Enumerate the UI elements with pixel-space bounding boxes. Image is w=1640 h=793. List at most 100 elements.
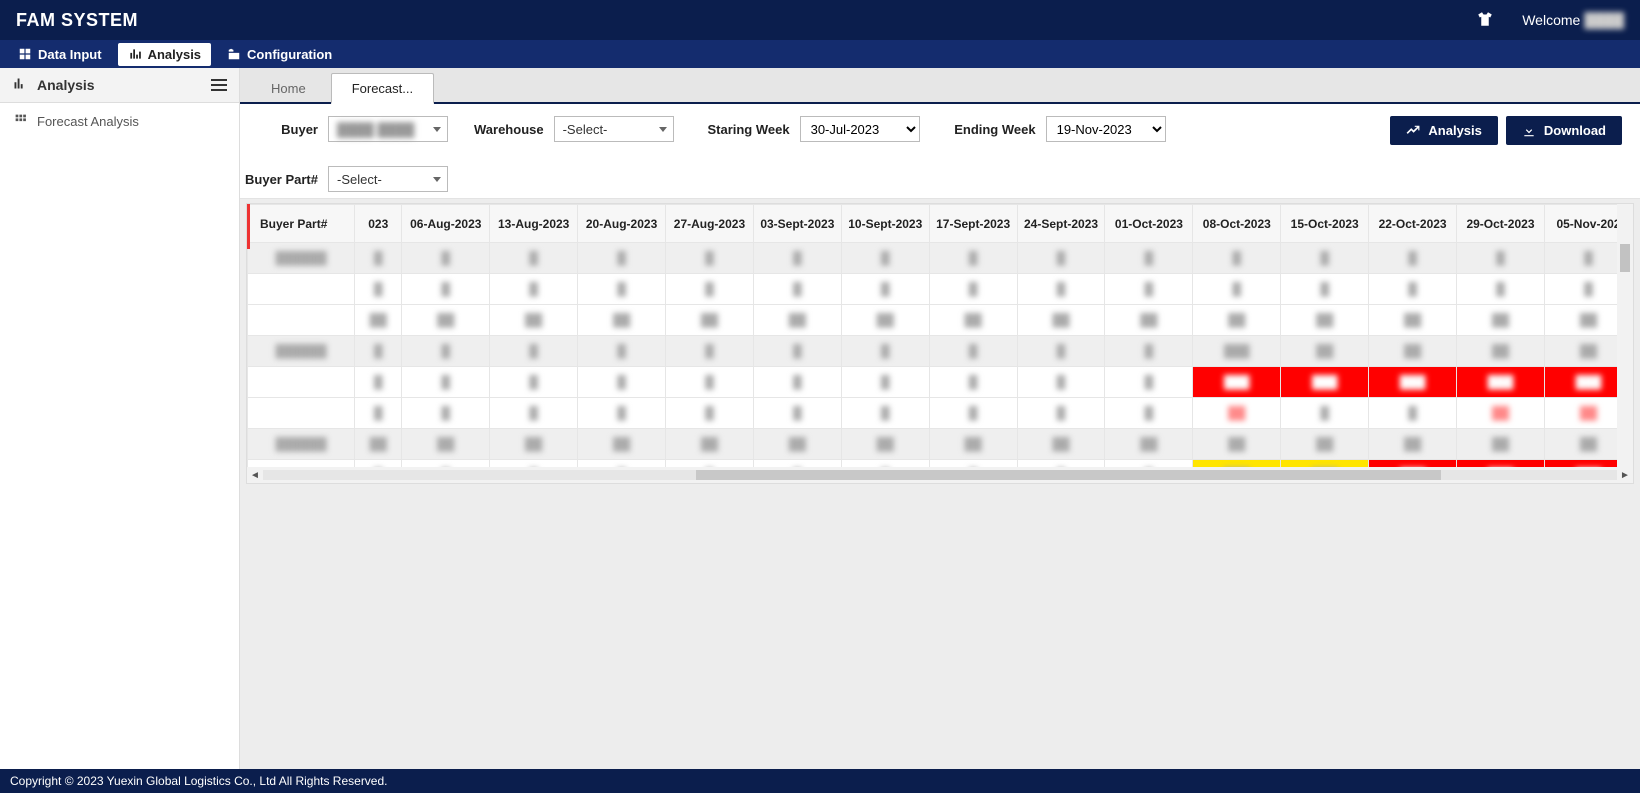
data-cell: █	[402, 243, 490, 274]
data-cell: █	[929, 336, 1017, 367]
data-cell: █	[666, 243, 754, 274]
horizontal-scrollbar[interactable]: ◄ ►	[247, 467, 1633, 483]
sidebar: Analysis Forecast Analysis	[0, 68, 240, 769]
data-cell: ██	[1193, 429, 1281, 460]
grid-header-cell[interactable]: 17-Sept-2023	[929, 205, 1017, 243]
data-cell: █	[666, 367, 754, 398]
buyer-select[interactable]: ████ ████	[328, 116, 448, 142]
grid-header-cell[interactable]: 023	[355, 205, 402, 243]
data-cell: ███	[1457, 367, 1545, 398]
grid-icon	[14, 113, 27, 129]
data-cell: █	[578, 274, 666, 305]
grid-header-cell[interactable]: 06-Aug-2023	[402, 205, 490, 243]
data-cell: █	[1105, 336, 1193, 367]
forecast-grid: Buyer Part#02306-Aug-202313-Aug-202320-A…	[247, 204, 1633, 467]
data-cell: ██	[402, 305, 490, 336]
data-cell: ██	[1281, 336, 1369, 367]
data-cell: █	[355, 243, 402, 274]
data-cell: █	[1369, 274, 1457, 305]
data-cell: █	[402, 398, 490, 429]
data-cell: ███	[1281, 460, 1369, 468]
data-cell: ██	[1369, 429, 1457, 460]
warehouse-select[interactable]: -Select-	[554, 116, 674, 142]
tab-forecast[interactable]: Forecast...	[331, 73, 434, 104]
data-cell: ██	[1369, 336, 1457, 367]
buyer-part-select[interactable]: -Select-	[328, 166, 448, 192]
data-cell: ██	[1457, 429, 1545, 460]
sidebar-collapse-toggle[interactable]	[211, 79, 227, 91]
grid-header-cell[interactable]: 13-Aug-2023	[490, 205, 578, 243]
welcome-text: Welcome████	[1522, 12, 1624, 28]
data-cell: ██	[1281, 305, 1369, 336]
grid-header-cell[interactable]: 15-Oct-2023	[1281, 205, 1369, 243]
grid-header-cell[interactable]: 03-Sept-2023	[753, 205, 841, 243]
grid-header-cell[interactable]: 27-Aug-2023	[666, 205, 754, 243]
data-cell: █	[1017, 336, 1105, 367]
grid-header-cell[interactable]: 01-Oct-2023	[1105, 205, 1193, 243]
grid-header-cell[interactable]: 24-Sept-2023	[1017, 205, 1105, 243]
data-cell: ██	[1105, 429, 1193, 460]
data-cell: █	[355, 398, 402, 429]
data-cell: ██	[490, 305, 578, 336]
scroll-right-arrow[interactable]: ►	[1617, 470, 1633, 481]
grid-header-cell[interactable]: 22-Oct-2023	[1369, 205, 1457, 243]
data-cell: █	[1457, 243, 1545, 274]
data-cell: ██	[402, 429, 490, 460]
data-cell: ██	[1457, 305, 1545, 336]
data-cell: █	[753, 398, 841, 429]
data-cell: █	[402, 460, 490, 468]
sidebar-heading-text: Analysis	[37, 77, 95, 93]
part-cell: ██████	[248, 243, 355, 274]
download-button[interactable]: Download	[1506, 116, 1622, 145]
data-cell: ██	[490, 429, 578, 460]
grid-header-cell[interactable]: 08-Oct-2023	[1193, 205, 1281, 243]
table-row: █████████████████████████	[248, 367, 1633, 398]
part-cell	[248, 398, 355, 429]
data-cell: █	[578, 460, 666, 468]
scroll-left-arrow[interactable]: ◄	[247, 470, 263, 481]
data-cell: █	[402, 336, 490, 367]
data-cell: ██	[578, 305, 666, 336]
data-cell: █	[929, 398, 1017, 429]
data-cell: █	[1017, 398, 1105, 429]
sidebar-item-forecast-analysis[interactable]: Forecast Analysis	[0, 103, 239, 139]
grid-header-cell[interactable]: 20-Aug-2023	[578, 205, 666, 243]
shirt-icon[interactable]	[1476, 10, 1494, 31]
table-row: ██████████████████████████████	[248, 305, 1633, 336]
ending-week-select[interactable]: 19-Nov-2023	[1046, 116, 1166, 142]
grid-header-cell[interactable]: Buyer Part#	[248, 205, 355, 243]
data-cell: ██	[666, 305, 754, 336]
data-cell: █	[1369, 243, 1457, 274]
data-cell: ██	[1281, 429, 1369, 460]
vertical-scrollbar[interactable]	[1617, 204, 1633, 467]
grid-header-cell[interactable]: 29-Oct-2023	[1457, 205, 1545, 243]
data-cell: ███	[1457, 460, 1545, 468]
analysis-button[interactable]: Analysis	[1390, 116, 1497, 145]
data-cell: █	[1193, 243, 1281, 274]
starting-week-select[interactable]: 30-Jul-2023	[800, 116, 920, 142]
data-cell: █	[1105, 274, 1193, 305]
menu-analysis[interactable]: Analysis	[118, 43, 211, 66]
data-cell: █	[1105, 398, 1193, 429]
grid-header-cell[interactable]: 10-Sept-2023	[841, 205, 929, 243]
data-cell: ██	[1105, 305, 1193, 336]
menu-configuration[interactable]: Configuration	[217, 43, 342, 66]
data-cell: ███	[1193, 460, 1281, 468]
data-cell: █	[355, 367, 402, 398]
grid-left-indicator	[247, 204, 250, 249]
warehouse-label: Warehouse	[474, 122, 544, 137]
buyer-part-label: Buyer Part#	[240, 172, 318, 187]
tab-home[interactable]: Home	[250, 73, 327, 102]
data-cell: █	[578, 336, 666, 367]
data-cell: ██	[1457, 398, 1545, 429]
data-cell: ██	[753, 305, 841, 336]
data-cell: █	[355, 460, 402, 468]
data-cell: █	[1105, 243, 1193, 274]
menu-data-input[interactable]: Data Input	[8, 43, 112, 66]
data-cell: █	[578, 243, 666, 274]
table-row: ██████████████████	[248, 398, 1633, 429]
table-row: ████████████████████████████████████	[248, 429, 1633, 460]
data-cell: █	[490, 367, 578, 398]
data-cell: █	[841, 336, 929, 367]
table-row: ███████████████████████████	[248, 336, 1633, 367]
